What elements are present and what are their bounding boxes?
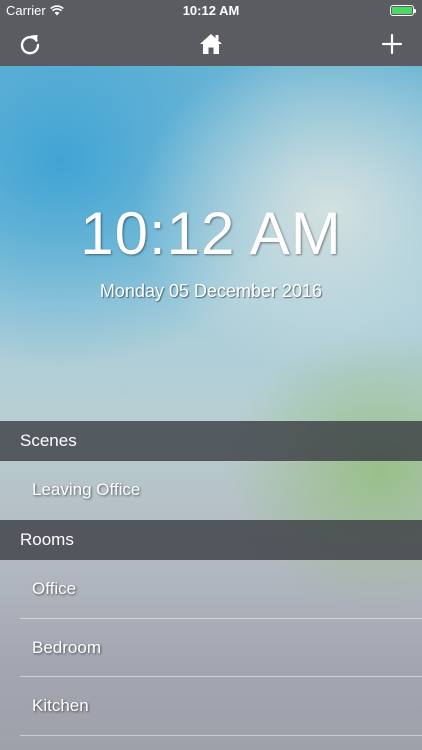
rooms-section-header: Rooms bbox=[0, 520, 422, 560]
home-button[interactable] bbox=[197, 30, 225, 58]
nav-bar bbox=[0, 22, 422, 66]
battery-level bbox=[392, 7, 412, 14]
home-icon bbox=[200, 34, 222, 54]
room-item-bedroom[interactable]: Bedroom bbox=[0, 619, 422, 677]
plus-icon bbox=[381, 33, 403, 55]
status-bar: Carrier 10:12 AM bbox=[0, 0, 422, 22]
scenes-header-label: Scenes bbox=[20, 431, 77, 450]
add-button[interactable] bbox=[378, 30, 406, 58]
room-item-label: Kitchen bbox=[32, 696, 89, 715]
clock-panel: 10:12 AM Monday 05 December 2016 bbox=[0, 66, 422, 421]
scene-item-leaving-office[interactable]: Leaving Office bbox=[0, 461, 422, 519]
status-time: 10:12 AM bbox=[182, 3, 240, 18]
row-divider bbox=[20, 735, 422, 736]
battery-icon bbox=[390, 5, 416, 16]
scene-item-label: Leaving Office bbox=[32, 480, 141, 499]
refresh-icon bbox=[20, 35, 40, 55]
room-item-label: Office bbox=[32, 579, 77, 598]
refresh-button[interactable] bbox=[16, 30, 44, 58]
rooms-header-label: Rooms bbox=[20, 530, 74, 549]
room-item-label: Bedroom bbox=[32, 638, 101, 657]
clock-time: 10:12 AM bbox=[80, 200, 342, 267]
scenes-section-header: Scenes bbox=[0, 421, 422, 461]
clock-date: Monday 05 December 2016 bbox=[99, 281, 323, 301]
room-item-office[interactable]: Office bbox=[0, 560, 422, 618]
room-item-kitchen[interactable]: Kitchen bbox=[0, 677, 422, 735]
